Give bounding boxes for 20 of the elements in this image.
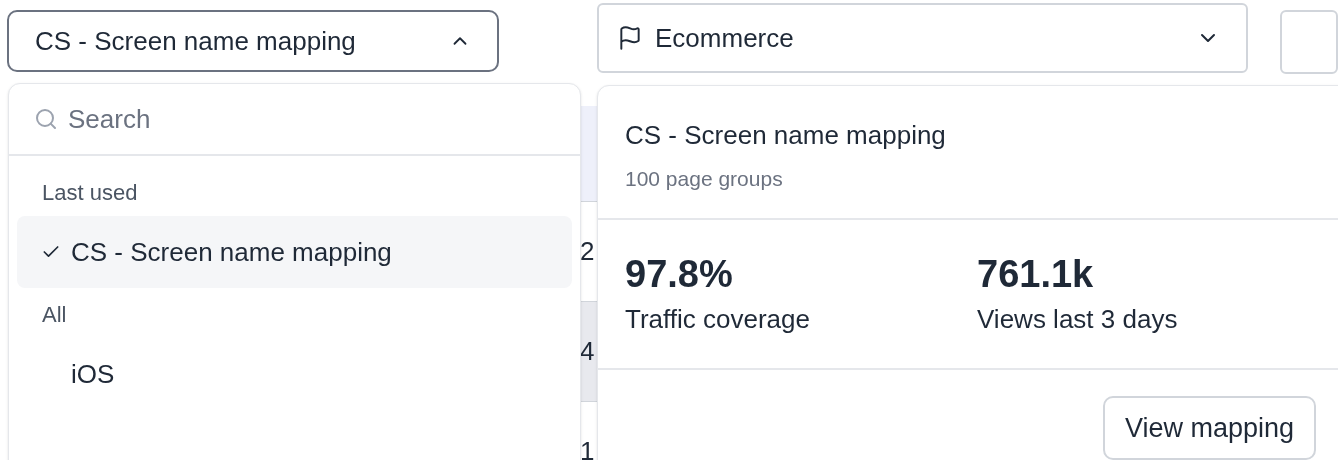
dropdown-box[interactable] (1279, 10, 1338, 74)
card-title: CS - Screen name mapping (625, 119, 947, 152)
stat-label: Traffic coverage (625, 303, 811, 336)
card-subtitle: 100 page groups (625, 166, 784, 192)
search-field[interactable]: Search (68, 99, 555, 139)
menu-item[interactable]: iOS (17, 338, 572, 410)
stat-value: 761.1k (977, 252, 1095, 296)
search-icon (34, 107, 58, 131)
menu-item[interactable]: CS - Screen name mapping (17, 216, 572, 288)
table-cell-text: 1 (580, 435, 595, 460)
section-heading: Last used (41, 179, 139, 207)
section-heading: All (41, 301, 68, 329)
table-cell-text: 2 (580, 235, 595, 268)
dashboard-name: Ecommerce (655, 21, 794, 55)
view-mapping-button[interactable]: View mapping (1103, 396, 1317, 460)
project-dropdown[interactable]: CS - Screen name mapping (7, 10, 500, 72)
table-cell-text: 4 (580, 335, 595, 368)
stat-value: 97.8% (625, 252, 734, 296)
stat-label: Views last 3 days (977, 303, 1179, 336)
dashboard-dropdown[interactable]: Ecommerce (597, 3, 1248, 73)
